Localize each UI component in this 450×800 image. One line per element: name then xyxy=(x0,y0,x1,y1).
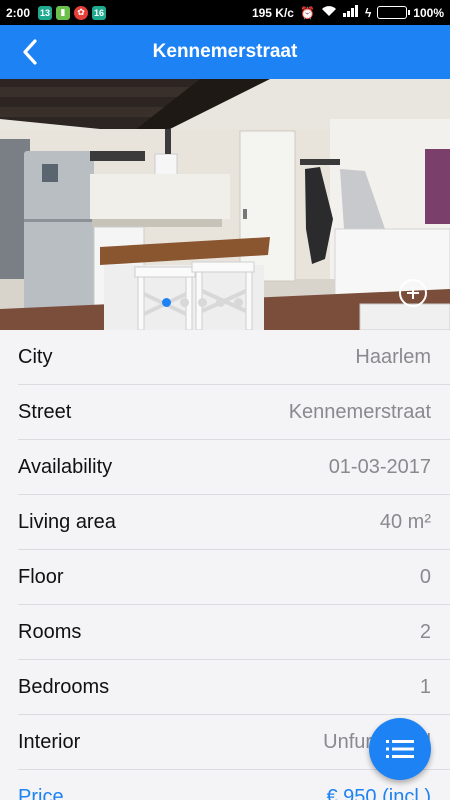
notification-icon: 13 xyxy=(38,5,53,20)
detail-label: Street xyxy=(18,400,72,423)
app-bar: Kennemerstraat xyxy=(0,25,450,79)
app-notification-icon: ✿ xyxy=(74,5,89,20)
detail-label: Price xyxy=(18,785,64,800)
kitchen-image xyxy=(0,79,450,330)
detail-label: Floor xyxy=(18,565,64,588)
list-menu-button[interactable] xyxy=(369,718,431,780)
carousel-dot-1[interactable] xyxy=(162,298,171,307)
detail-label: City xyxy=(18,345,53,368)
status-bar: 2:00 13 ▮ ✿ 16 195 K/c ⏰ ϟ 100% xyxy=(0,0,450,25)
status-time: 2:00 xyxy=(6,5,31,20)
detail-label: Rooms xyxy=(18,620,82,643)
back-button[interactable] xyxy=(8,25,52,79)
list-icon xyxy=(386,740,414,758)
carousel-dot-2[interactable] xyxy=(180,298,189,307)
notification-icon-2: 16 xyxy=(92,5,107,20)
detail-label: Living area xyxy=(18,510,116,533)
detail-row-bedrooms: Bedrooms 1 xyxy=(18,660,450,715)
detail-row-living-area: Living area 40 m² xyxy=(18,495,450,550)
wifi-icon xyxy=(321,5,337,20)
page-title: Kennemerstraat xyxy=(152,41,298,62)
network-speed: 195 K/c xyxy=(251,5,294,20)
detail-value: Haarlem xyxy=(355,345,431,368)
alarm-icon: ⏰ xyxy=(299,5,315,20)
sim-icon: ▮ xyxy=(56,5,71,20)
detail-value: 2 xyxy=(419,620,431,643)
detail-row-city: City Haarlem xyxy=(18,330,450,385)
carousel-indicator[interactable] xyxy=(162,298,243,307)
battery-icon xyxy=(377,6,411,19)
detail-value: 1 xyxy=(419,675,431,698)
detail-value: 0 xyxy=(419,565,431,588)
detail-row-availability: Availability 01-03-2017 xyxy=(18,440,450,495)
carousel-dot-5[interactable] xyxy=(234,298,243,307)
detail-label: Availability xyxy=(18,455,113,478)
charging-icon: ϟ xyxy=(364,5,372,20)
signal-icon xyxy=(342,5,359,20)
carousel-dot-3[interactable] xyxy=(198,298,207,307)
detail-label: Interior xyxy=(18,730,81,753)
detail-value: Kennemerstraat xyxy=(288,400,431,423)
battery-percent: 100% xyxy=(413,5,444,20)
carousel-dot-4[interactable] xyxy=(216,298,225,307)
plus-icon xyxy=(407,287,419,299)
detail-value: 01-03-2017 xyxy=(328,455,431,478)
detail-label: Bedrooms xyxy=(18,675,110,698)
property-photo[interactable] xyxy=(0,79,450,330)
detail-value: 40 m² xyxy=(379,510,431,533)
detail-value: € 950 (incl.) xyxy=(326,785,432,800)
detail-row-rooms: Rooms 2 xyxy=(18,605,450,660)
detail-row-street: Street Kennemerstraat xyxy=(18,385,450,440)
zoom-button[interactable] xyxy=(399,279,427,307)
detail-row-floor: Floor 0 xyxy=(18,550,450,605)
chevron-left-icon xyxy=(23,39,37,65)
